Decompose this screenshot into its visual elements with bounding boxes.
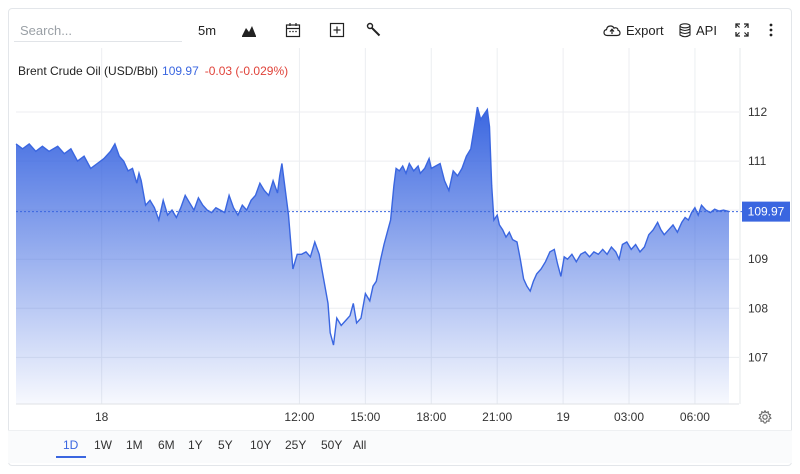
y-tick-label: 108 [748, 301, 768, 315]
x-tick-label: 12:00 [284, 410, 314, 424]
price-area-fill [16, 107, 729, 404]
y-tick-label: 109 [748, 252, 768, 266]
price-chart[interactable]: 1071081091101111121812:0015:0018:0021:00… [0, 0, 800, 474]
x-tick-label: 18:00 [416, 410, 446, 424]
range-button-6m[interactable]: 6M [158, 438, 175, 452]
range-button-10y[interactable]: 10Y [250, 438, 271, 452]
x-tick-label: 18 [95, 410, 109, 424]
range-button-50y[interactable]: 50Y [321, 438, 342, 452]
range-button-25y[interactable]: 25Y [285, 438, 306, 452]
last-price-badge-label: 109.97 [748, 205, 785, 219]
y-tick-label: 107 [748, 350, 768, 364]
range-button-1m[interactable]: 1M [126, 438, 143, 452]
range-button-1d[interactable]: 1D [63, 438, 78, 452]
x-tick-label: 06:00 [680, 410, 710, 424]
range-button-all[interactable]: All [353, 438, 366, 452]
range-button-1y[interactable]: 1Y [188, 438, 203, 452]
x-tick-label: 19 [556, 410, 570, 424]
chart-settings-button[interactable] [758, 409, 772, 429]
gear-icon [758, 409, 772, 424]
x-tick-label: 21:00 [482, 410, 512, 424]
x-tick-label: 15:00 [350, 410, 380, 424]
active-range-underline [56, 456, 86, 458]
x-tick-label: 03:00 [614, 410, 644, 424]
y-tick-label: 111 [748, 154, 767, 168]
range-button-5y[interactable]: 5Y [218, 438, 233, 452]
price-area [16, 107, 729, 404]
range-button-1w[interactable]: 1W [94, 438, 112, 452]
y-tick-label: 112 [748, 105, 767, 119]
